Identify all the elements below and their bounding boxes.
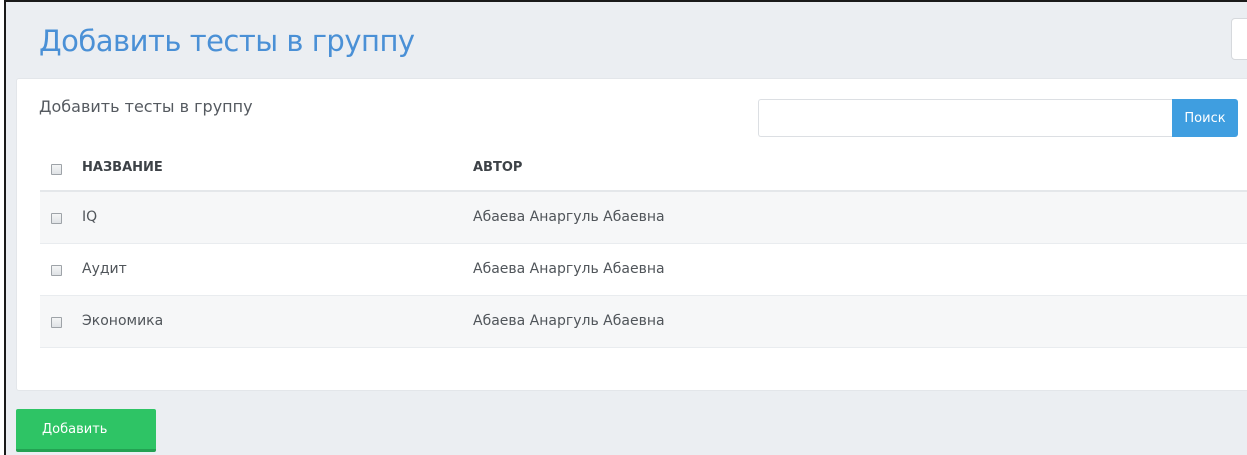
row-checkbox[interactable] bbox=[51, 317, 62, 328]
tests-table: НАЗВАНИЕ АВТОР IQ Абаева Анаргуль Абаевн… bbox=[40, 145, 1247, 348]
test-author: Абаева Анаргуль Абаевна bbox=[473, 313, 665, 329]
table-row[interactable]: IQ Абаева Анаргуль Абаевна bbox=[40, 191, 1247, 243]
top-right-control[interactable] bbox=[1231, 18, 1247, 60]
column-header-author: АВТОР bbox=[473, 145, 1247, 192]
test-name: Экономика bbox=[82, 313, 164, 329]
row-checkbox[interactable] bbox=[51, 265, 62, 276]
table-row[interactable]: Экономика Абаева Анаргуль Абаевна bbox=[40, 295, 1247, 347]
test-name: Аудит bbox=[82, 261, 127, 277]
row-checkbox-cell bbox=[40, 295, 82, 347]
select-all-checkbox[interactable] bbox=[51, 163, 62, 175]
row-checkbox[interactable] bbox=[51, 213, 62, 225]
page-title: Добавить тесты в группу bbox=[39, 24, 415, 58]
search-button[interactable]: Поиск bbox=[1172, 99, 1238, 137]
add-tests-card: Добавить тесты в группу Поиск НАЗВАНИЕ А… bbox=[16, 78, 1247, 391]
row-checkbox-cell bbox=[40, 243, 82, 295]
main-panel: Добавить тесты в группу Добавить тесты в… bbox=[4, 0, 1247, 455]
table-header-row: НАЗВАНИЕ АВТОР bbox=[40, 145, 1247, 192]
select-all-cell bbox=[40, 145, 82, 192]
row-checkbox-cell bbox=[40, 191, 82, 243]
column-header-name: НАЗВАНИЕ bbox=[82, 145, 473, 192]
card-title: Добавить тесты в группу bbox=[39, 97, 253, 116]
test-author: Абаева Анаргуль Абаевна bbox=[473, 209, 665, 226]
search-input[interactable] bbox=[758, 99, 1172, 137]
add-button[interactable]: Добавить bbox=[16, 409, 156, 452]
test-author: Абаева Анаргуль Абаевна bbox=[473, 261, 665, 277]
table-row[interactable]: Аудит Абаева Анаргуль Абаевна bbox=[40, 243, 1247, 295]
test-name: IQ bbox=[82, 209, 98, 226]
